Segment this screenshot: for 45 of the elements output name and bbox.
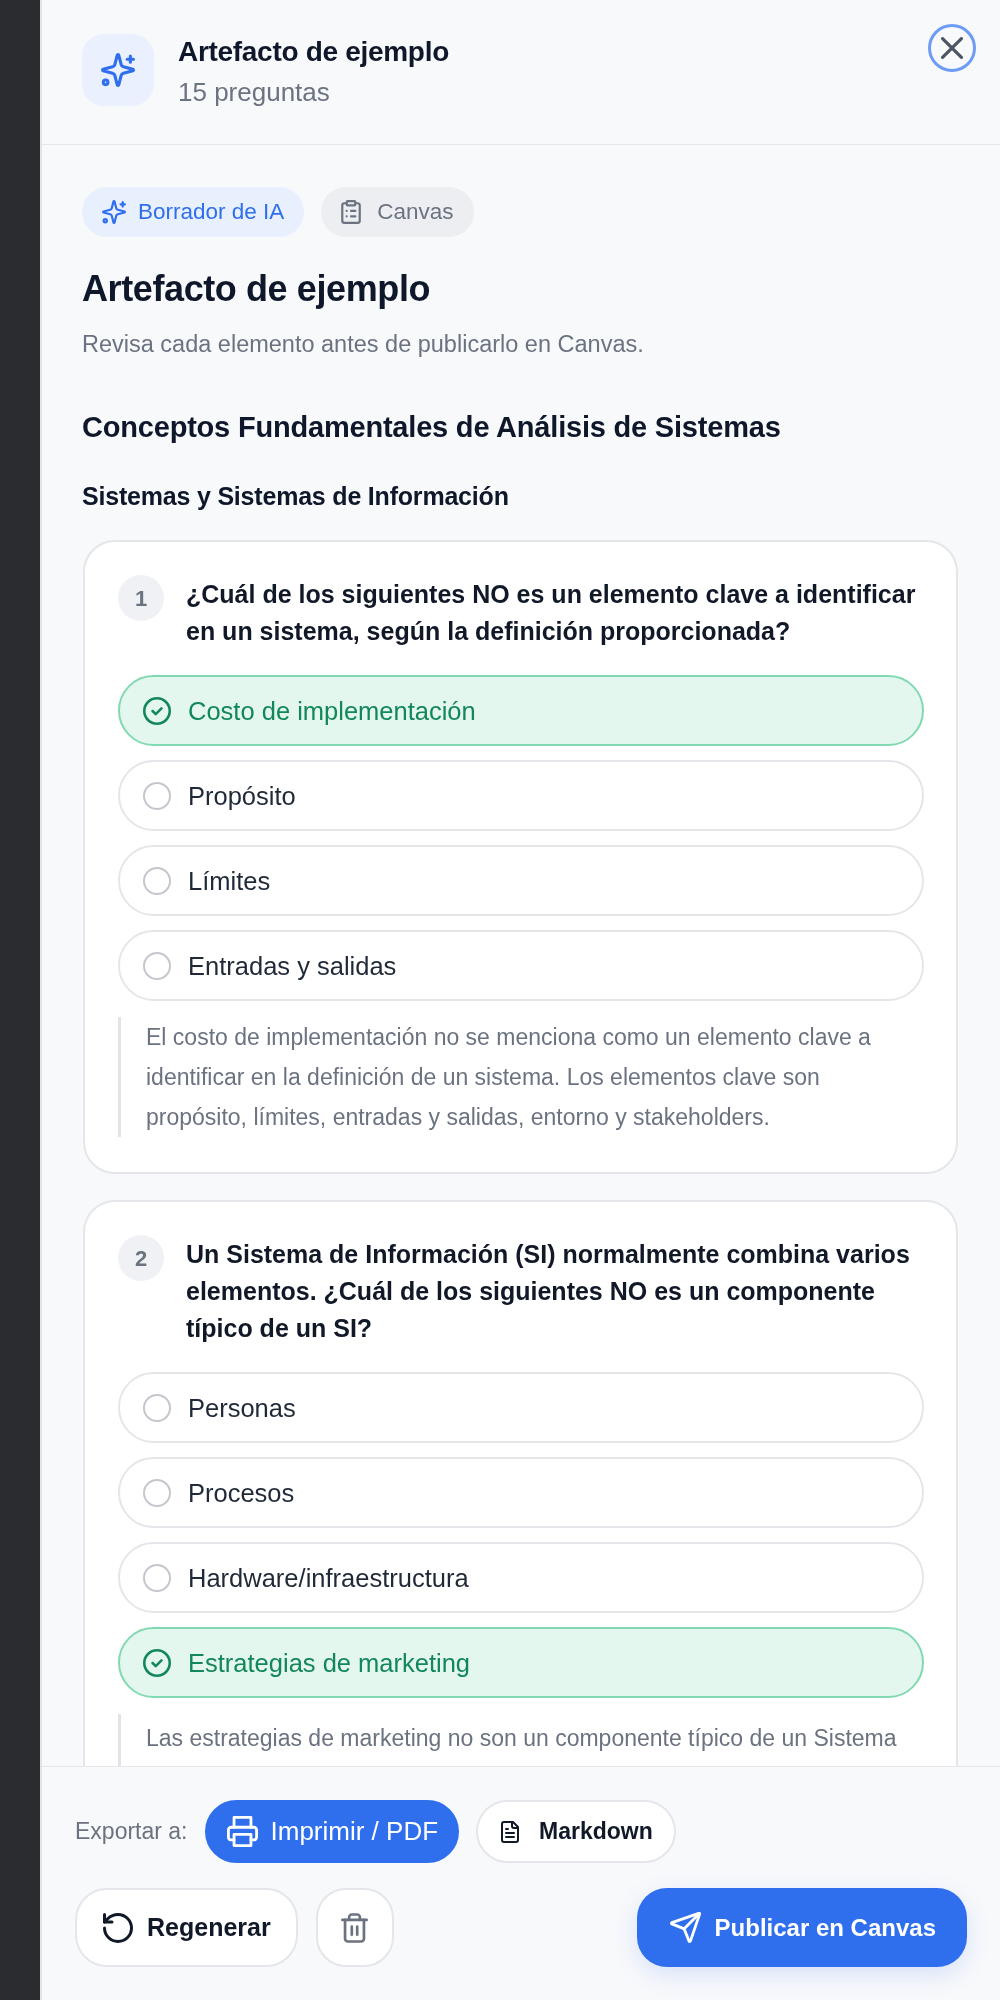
radio-icon [143, 1478, 171, 1507]
markdown-button[interactable]: Markdown [476, 1800, 676, 1863]
option-text: Personas [188, 1392, 296, 1424]
radio-icon [143, 1393, 171, 1422]
radio-icon [143, 1563, 171, 1592]
question-count: 15 preguntas [178, 76, 331, 109]
sparkle-icon [82, 34, 154, 106]
question-number: 1 [118, 575, 164, 621]
trash-icon [341, 1912, 369, 1943]
export-label: Exportar a: [75, 1817, 188, 1847]
question-number: 2 [118, 1235, 164, 1281]
document-icon [501, 1819, 520, 1844]
artifact-description: Revisa cada elemento antes de publicarlo en Canvas. [82, 330, 645, 359]
close-button[interactable] [928, 24, 976, 72]
option-text: Estrategias de marketing [188, 1647, 471, 1679]
radio-icon [143, 866, 171, 895]
radio-icon [143, 781, 171, 810]
explanation-text: El costo de implementación no se menciona como un elemento clave a identificar en la definición de un sistema. Los elementos clave son propósito, límites, entradas y salidas, entorno y stakeholders. [118, 1017, 924, 1137]
section-title: Conceptos Fundamentales de Análisis de Sistemas [82, 410, 782, 445]
clipboard-icon [341, 200, 362, 224]
tag: Canvas [321, 187, 474, 237]
check-circle-icon [143, 696, 171, 725]
printer-icon [226, 1816, 258, 1847]
close-icon [941, 37, 963, 59]
subsection-title: Sistemas y Sistemas de Información [82, 481, 510, 512]
tag: Borrador de IA [82, 187, 305, 237]
option-text: Costo de implementación [188, 695, 476, 727]
sparkle-icon [102, 200, 126, 224]
option-text: Límites [188, 865, 271, 897]
check-circle-icon [143, 1648, 171, 1677]
radio-icon [143, 951, 171, 980]
delete-button[interactable] [315, 1888, 394, 1967]
option-text: Propósito [188, 780, 296, 812]
question-text: ¿Cuál de los siguientes NO es un elemento clave a identificar en un sistema, según la definición proporcionada? [186, 579, 917, 647]
question-text: Un Sistema de Información (SI) normalmente combina varios elementos. ¿Cuál de los siguientes NO es un componente típico de un SI? [186, 1239, 911, 1344]
panel-title: Artefacto de ejemplo [178, 35, 449, 69]
refresh-icon [103, 1912, 133, 1943]
option-text: Entradas y salidas [188, 950, 397, 982]
publish-button[interactable]: Publicar en Canvas [636, 1888, 967, 1967]
print-button[interactable]: Imprimir / PDF [204, 1800, 460, 1863]
artifact-title: Artefacto de ejemplo [82, 267, 432, 310]
paper-plane-icon [669, 1912, 701, 1943]
option-text: Hardware/infraestructura [188, 1562, 469, 1594]
regenerate-button[interactable]: Regenerar [75, 1888, 298, 1967]
option-text: Procesos [188, 1477, 295, 1509]
